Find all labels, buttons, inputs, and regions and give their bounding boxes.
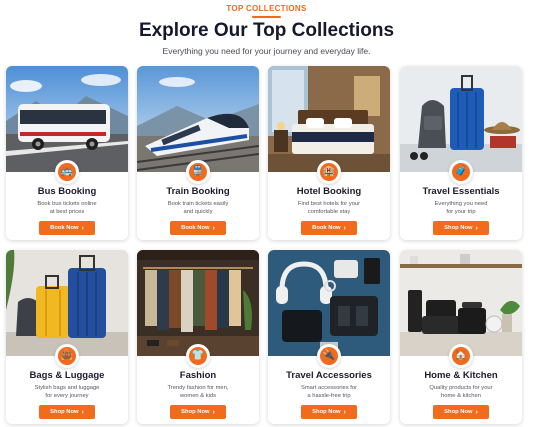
bag-icon: 👜	[58, 347, 76, 365]
card-description: Book train tickets easily and quickly	[145, 200, 251, 216]
chevron-right-icon: ›	[81, 224, 84, 232]
card-title: Travel Essentials	[422, 186, 500, 197]
book-now-button[interactable]: Book Now ›	[39, 221, 95, 235]
collection-card-hotel-booking[interactable]: 🏨 Hotel Booking Find best hotels for you…	[268, 66, 390, 240]
chevron-right-icon: ›	[475, 408, 478, 416]
button-label: Shop Now	[50, 409, 79, 415]
collection-card-home-kitchen[interactable]: 🏠 Home & Kitchen Quality products for yo…	[400, 250, 522, 424]
card-description-line-1: Trendy fashion for men,	[167, 385, 229, 391]
shop-now-button[interactable]: Shop Now ›	[433, 405, 489, 419]
card-description-line-2: a hassle-free trip	[307, 393, 351, 399]
home-kitchen-photo	[400, 250, 522, 356]
chevron-right-icon: ›	[475, 224, 478, 232]
section-eyebrow: TOP COLLECTIONS	[226, 4, 307, 13]
train-icon: 🚆	[189, 163, 207, 181]
collection-card-bags-luggage[interactable]: 👜 Bags & Luggage Stylish bags and luggag…	[6, 250, 128, 424]
book-now-button[interactable]: Book Now ›	[170, 221, 226, 235]
book-now-button[interactable]: Book Now ›	[301, 221, 357, 235]
card-description-line-1: Book bus tickets online	[37, 201, 97, 207]
chevron-right-icon: ›	[343, 408, 346, 416]
card-description: Everything you need for your trip	[408, 200, 514, 216]
card-description: Stylish bags and luggage for every journe…	[14, 384, 120, 400]
home-icon: 🏠	[452, 347, 470, 365]
section-title: Explore Our Top Collections	[138, 20, 395, 41]
bus-photo	[6, 66, 128, 172]
card-description-line-1: Everything you need	[434, 201, 488, 207]
button-label: Book Now	[181, 225, 210, 231]
card-description-line-2: at best prices	[49, 209, 85, 215]
card-description: Find best hotels for your comfortable sta…	[276, 200, 382, 216]
collection-card-fashion[interactable]: 👕 Fashion Trendy fashion for men, women &…	[137, 250, 259, 424]
button-label: Shop Now	[444, 409, 473, 415]
card-description: Trendy fashion for men, women & kids	[145, 384, 251, 400]
card-description: Book bus tickets online at best prices	[14, 200, 120, 216]
card-description-line-2: for every journey	[45, 393, 89, 399]
card-description-line-1: Smart accessories for	[300, 385, 358, 391]
card-description-line-2: comfortable stay	[307, 209, 351, 215]
travel-accessories-photo	[268, 250, 390, 356]
card-title: Train Booking	[166, 186, 230, 197]
card-title: Fashion	[179, 370, 217, 381]
button-label: Shop Now	[181, 409, 210, 415]
shirt-icon: 👕	[189, 347, 207, 365]
card-title: Hotel Booking	[296, 186, 362, 197]
shop-now-button[interactable]: Shop Now ›	[301, 405, 357, 419]
shop-now-button[interactable]: Shop Now ›	[433, 221, 489, 235]
suitcase-icon: 🧳	[452, 163, 470, 181]
luggage-photo	[6, 250, 128, 356]
shop-now-button[interactable]: Shop Now ›	[39, 405, 95, 419]
button-label: Book Now	[312, 225, 341, 231]
card-description-line-1: Book train tickets easily	[167, 201, 229, 207]
collection-card-travel-accessories[interactable]: 🔌 Travel Accessories Smart accessories f…	[268, 250, 390, 424]
button-label: Shop Now	[444, 225, 473, 231]
card-description: Quality products for your home & kitchen	[408, 384, 514, 400]
bus-icon: 🚌	[58, 163, 76, 181]
plug-icon: 🔌	[320, 347, 338, 365]
collection-card-train-booking[interactable]: 🚆 Train Booking Book train tickets easil…	[137, 66, 259, 240]
eyebrow-underline	[252, 16, 281, 18]
card-description-line-1: Find best hotels for your	[297, 201, 361, 207]
hotel-icon: 🏨	[320, 163, 338, 181]
card-title: Bags & Luggage	[29, 370, 105, 381]
hotel-photo	[268, 66, 390, 172]
card-description-line-2: home & kitchen	[441, 393, 481, 399]
card-title: Home & Kitchen	[424, 370, 498, 381]
travel-essentials-photo	[400, 66, 522, 172]
section-subtitle: Everything you need for your journey and…	[162, 46, 371, 56]
button-label: Shop Now	[312, 409, 341, 415]
chevron-right-icon: ›	[81, 408, 84, 416]
fashion-photo	[137, 250, 259, 356]
collection-card-travel-essentials[interactable]: 🧳 Travel Essentials Everything you need f…	[400, 66, 522, 240]
card-description-line-1: Stylish bags and luggage	[34, 385, 100, 391]
card-title: Travel Accessories	[286, 370, 372, 381]
collection-card-bus-booking[interactable]: 🚌 Bus Booking Book bus tickets online at …	[6, 66, 128, 240]
card-description: Smart accessories for a hassle-free trip	[276, 384, 382, 400]
card-description-line-2: for your trip	[446, 209, 476, 215]
chevron-right-icon: ›	[212, 408, 215, 416]
shop-now-button[interactable]: Shop Now ›	[170, 405, 226, 419]
button-label: Book Now	[50, 225, 79, 231]
card-description-line-1: Quality products for your	[429, 385, 493, 391]
card-title: Bus Booking	[37, 186, 97, 197]
chevron-right-icon: ›	[343, 224, 346, 232]
card-description-line-2: and quickly	[183, 209, 213, 215]
card-description-line-2: women & kids	[179, 393, 217, 399]
train-photo	[137, 66, 259, 172]
chevron-right-icon: ›	[212, 224, 215, 232]
